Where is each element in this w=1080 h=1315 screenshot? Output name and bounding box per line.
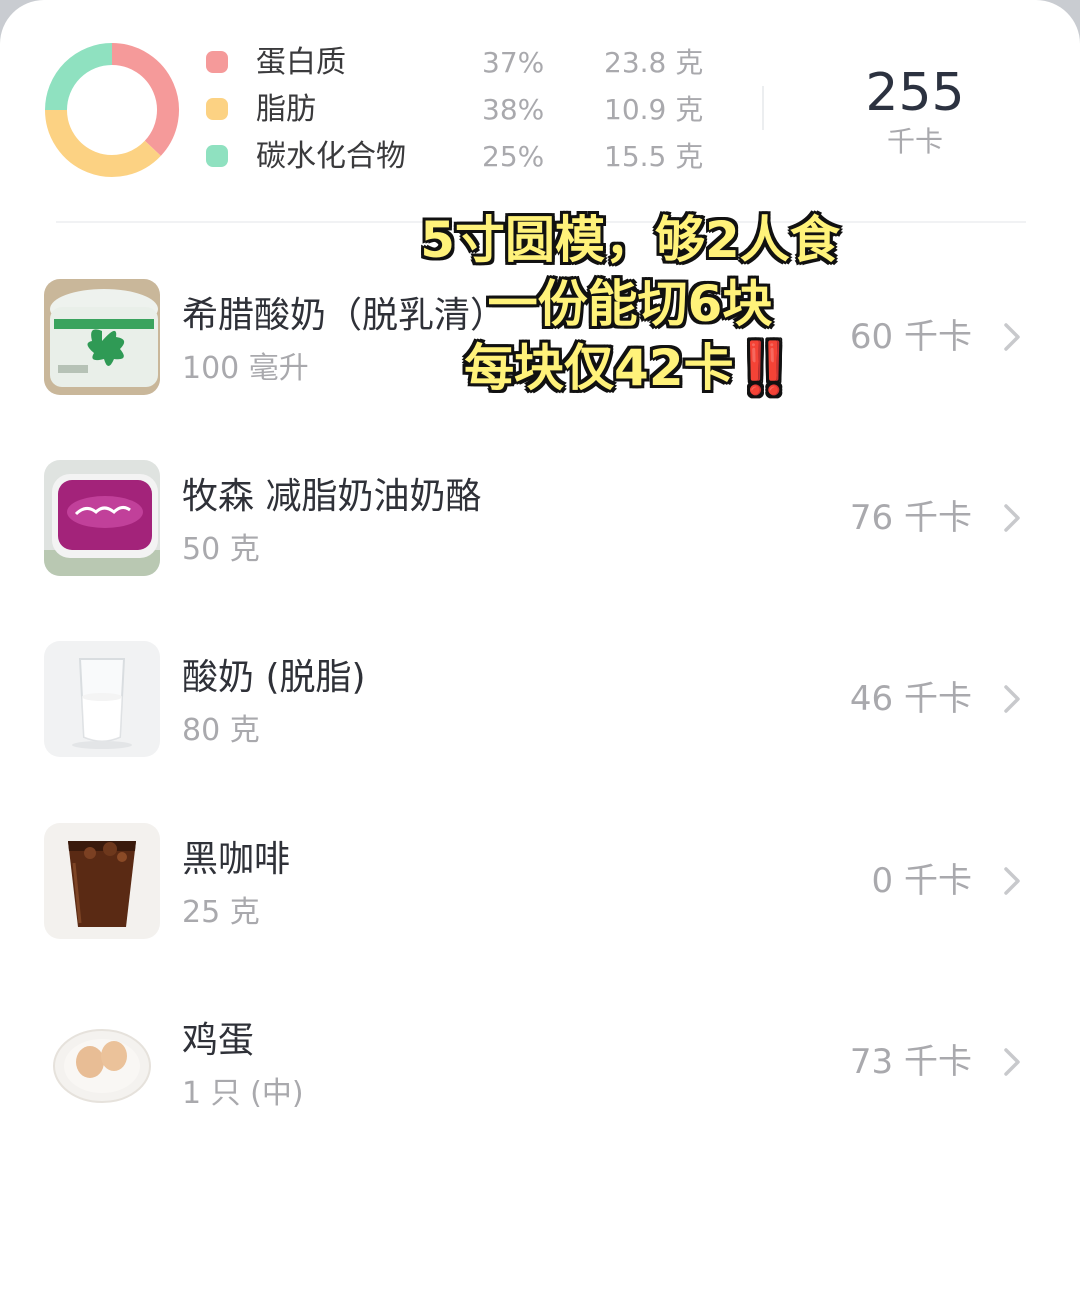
food-amount: 1 只 (中) — [182, 1076, 304, 1111]
double-exclamation-icon: ‼️ — [733, 339, 796, 397]
macro-percent: 25% — [482, 140, 545, 173]
chevron-right-icon — [1004, 685, 1020, 713]
total-calories-unit: 千卡 — [886, 125, 943, 158]
macro-grams: 23.8 克 — [604, 46, 704, 79]
food-item-egg[interactable]: 鸡蛋 1 只 (中) 73 千卡 — [0, 1004, 1080, 1154]
food-name: 牧森 减脂奶油奶酪 — [182, 476, 482, 517]
caption-line-1: 5寸圆模，够2人食 — [420, 211, 840, 269]
food-item-black-coffee[interactable]: 黑咖啡 25 克 0 千卡 — [0, 823, 1080, 973]
macro-name: 碳水化合物 — [256, 139, 406, 174]
macro-row-protein: 蛋白质 37% 23.8 克 — [0, 43, 760, 83]
macro-grams: 15.5 克 — [604, 140, 704, 173]
glass-of-yogurt-image — [44, 641, 160, 757]
food-calories: 73 千卡 — [849, 1042, 972, 1082]
macro-name: 蛋白质 — [256, 45, 346, 80]
chevron-right-icon — [1004, 504, 1020, 532]
food-item-skim-yogurt[interactable]: 酸奶 (脱脂) 80 克 46 千卡 — [0, 641, 1080, 791]
black-coffee-cup-image — [44, 823, 160, 939]
food-calories: 46 千卡 — [849, 679, 972, 719]
macro-name: 脂肪 — [256, 92, 316, 127]
caption-line-3: 每块仅42卡‼️ — [300, 338, 960, 398]
food-amount: 100 毫升 — [182, 351, 309, 386]
nutrition-summary: 蛋白质 37% 23.8 克 脂肪 38% 10.9 克 碳水化合物 25% 1… — [0, 0, 1080, 222]
food-item-cream-cheese[interactable]: 牧森 减脂奶油奶酪 50 克 76 千卡 — [0, 460, 1080, 610]
food-amount: 80 克 — [182, 713, 260, 748]
chevron-right-icon — [1004, 323, 1020, 351]
total-calories: 255 — [865, 63, 965, 123]
food-log-card: 蛋白质 37% 23.8 克 脂肪 38% 10.9 克 碳水化合物 25% 1… — [0, 0, 1080, 1315]
food-calories: 76 千卡 — [849, 498, 972, 538]
caption-overlay: 5寸圆模，够2人食 一份能切6块 每块仅42卡‼️ — [300, 204, 960, 404]
food-name: 酸奶 (脱脂) — [182, 657, 366, 698]
macro-row-carbs: 碳水化合物 25% 15.5 克 — [0, 137, 760, 177]
food-amount: 25 克 — [182, 895, 260, 930]
food-calories: 0 千卡 — [871, 861, 972, 901]
eggs-on-plate-image — [44, 1004, 160, 1120]
chevron-right-icon — [1004, 867, 1020, 895]
macro-row-fat: 脂肪 38% 10.9 克 — [0, 90, 760, 130]
fat-color-dot — [206, 98, 228, 120]
protein-color-dot — [206, 51, 228, 73]
caption-line-3-text: 每块仅42卡 — [464, 339, 734, 397]
food-name: 黑咖啡 — [182, 839, 291, 880]
food-name: 鸡蛋 — [182, 1020, 255, 1061]
caption-line-2: 一份能切6块 — [487, 275, 773, 333]
carbs-color-dot — [206, 145, 228, 167]
food-amount: 50 克 — [182, 532, 260, 567]
macro-percent: 37% — [482, 46, 545, 79]
macro-percent: 38% — [482, 93, 545, 126]
summary-divider — [762, 86, 764, 130]
macro-grams: 10.9 克 — [604, 93, 704, 126]
chevron-right-icon — [1004, 1048, 1020, 1076]
cream-cheese-tub-image — [44, 460, 160, 576]
yogurt-tub-image — [44, 279, 160, 395]
